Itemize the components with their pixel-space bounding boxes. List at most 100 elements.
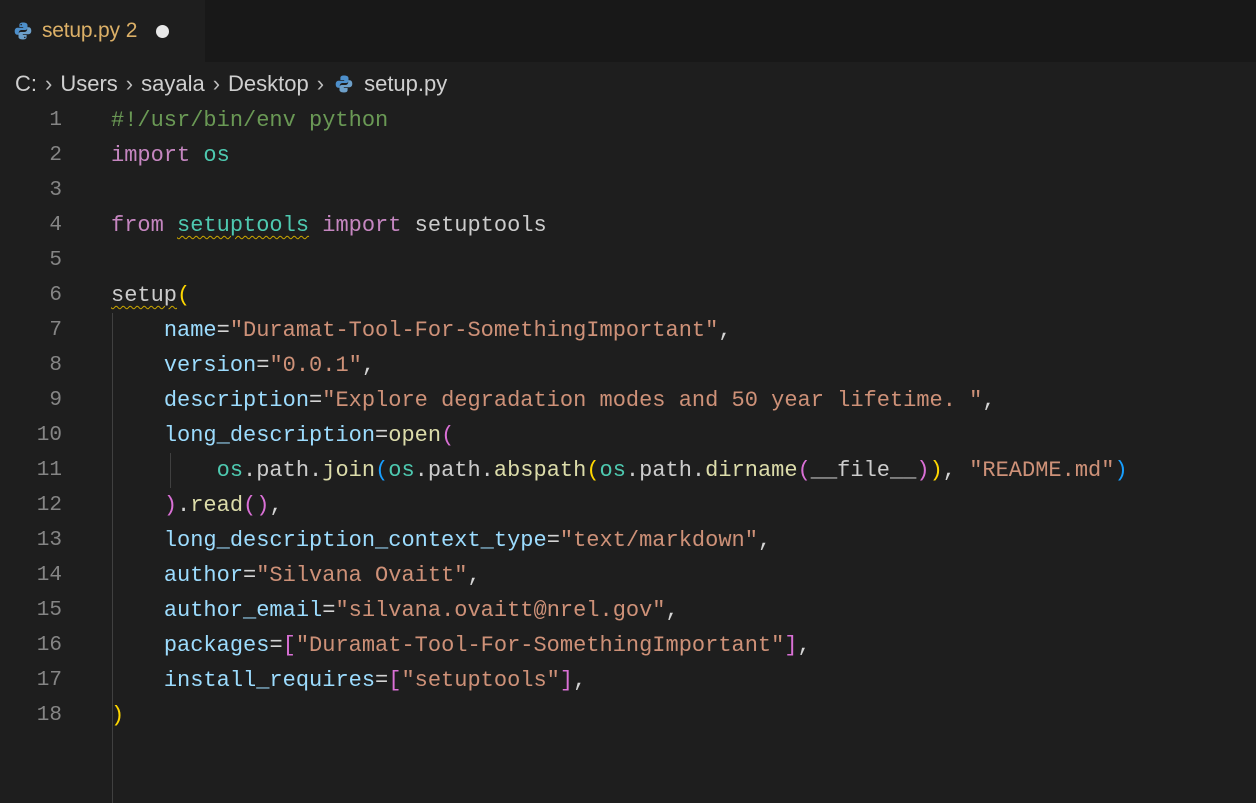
code-token: "text/markdown" xyxy=(559,528,758,553)
code-line[interactable]: 12 ).read(), xyxy=(0,488,1256,523)
code-content: ) xyxy=(111,698,124,733)
breadcrumb: C: › Users › sayala › Desktop › setup.py xyxy=(0,62,1256,105)
code-line[interactable]: 6 setup( xyxy=(0,278,1256,313)
code-token: read xyxy=(190,493,244,518)
code-token: = xyxy=(269,633,283,658)
python-icon xyxy=(13,21,33,41)
code-token: "0.0.1" xyxy=(269,353,362,378)
code-token: .path. xyxy=(625,458,706,483)
code-token: os xyxy=(599,458,626,483)
code-token: , xyxy=(718,318,732,343)
code-line[interactable]: 14 author="Silvana Ovaitt", xyxy=(0,558,1256,593)
code-line[interactable]: 13 long_description_context_type="text/m… xyxy=(0,523,1256,558)
breadcrumb-item[interactable]: C: xyxy=(15,71,37,97)
code-token: "silvana.ovaitt@nrel.gov" xyxy=(335,598,666,623)
line-number: 8 xyxy=(49,354,62,377)
code-token: "Silvana Ovaitt" xyxy=(256,563,468,588)
line-number: 10 xyxy=(36,424,62,447)
code-token: os xyxy=(216,458,244,483)
code-token: "setuptools" xyxy=(401,668,560,693)
line-number: 7 xyxy=(49,319,62,342)
code-token: ) xyxy=(929,458,943,483)
code-token: setuptools xyxy=(177,213,310,238)
tab-bar: setup.py 2 xyxy=(0,0,1256,62)
code-token: , xyxy=(942,458,970,483)
code-token: ] xyxy=(559,668,574,693)
code-token: os xyxy=(388,458,415,483)
line-number: 13 xyxy=(36,529,62,552)
code-token: = xyxy=(375,423,389,448)
line-number: 17 xyxy=(36,669,62,692)
breadcrumb-item[interactable]: Desktop xyxy=(228,71,309,97)
code-token: [ xyxy=(388,668,402,693)
breadcrumb-item[interactable]: Users xyxy=(60,71,117,97)
code-token: , xyxy=(982,388,996,413)
code-token: , xyxy=(269,493,283,518)
code-content: install_requires=["setuptools"], xyxy=(111,663,586,698)
code-token: ( xyxy=(586,458,600,483)
python-icon xyxy=(334,74,354,94)
code-line[interactable]: 17 install_requires=["setuptools"], xyxy=(0,663,1256,698)
code-content: long_description=open( xyxy=(111,418,454,453)
problem-count-badge: 2 xyxy=(125,19,138,42)
line-number: 14 xyxy=(36,564,62,587)
code-token: ) xyxy=(1114,458,1128,483)
code-content: author="Silvana Ovaitt", xyxy=(111,558,481,593)
code-content: name="Duramat-Tool-For-SomethingImportan… xyxy=(111,313,732,348)
code-token: = xyxy=(256,353,270,378)
code-token: "README.md" xyxy=(969,458,1115,483)
line-number: 12 xyxy=(36,494,62,517)
code-token: install_requires xyxy=(163,668,376,693)
code-line[interactable]: 1 #!/usr/bin/env python xyxy=(0,103,1256,138)
code-token: ) xyxy=(111,703,125,728)
code-line[interactable]: 9 description="Explore degradation modes… xyxy=(0,383,1256,418)
code-token: ( xyxy=(797,458,811,483)
code-token: ) xyxy=(163,493,178,518)
code-token: "Duramat-Tool-For-SomethingImportant" xyxy=(229,318,719,343)
code-editor[interactable]: 1 #!/usr/bin/env python 2 import os 3 4 from s… xyxy=(0,103,1256,803)
code-content: from setuptools import setuptools xyxy=(111,208,547,243)
code-content: #!/usr/bin/env python xyxy=(111,103,388,138)
code-token: __file__ xyxy=(810,458,917,483)
breadcrumb-item[interactable]: sayala xyxy=(141,71,205,97)
tab-label: setup.py xyxy=(42,19,120,42)
code-token: = xyxy=(322,598,336,623)
code-token: import xyxy=(322,213,402,238)
code-token: , xyxy=(361,353,376,378)
line-number: 5 xyxy=(49,249,62,272)
chevron-right-icon: › xyxy=(212,70,221,96)
code-token: ( xyxy=(375,458,389,483)
code-line[interactable]: 15 author_email="silvana.ovaitt@nrel.gov… xyxy=(0,593,1256,628)
code-token: open xyxy=(388,423,442,448)
unsaved-dot-icon[interactable] xyxy=(156,24,170,38)
code-content: description="Explore degradation modes a… xyxy=(111,383,996,418)
code-content: author_email="silvana.ovaitt@nrel.gov", xyxy=(111,593,679,628)
code-token: , xyxy=(467,563,481,588)
breadcrumb-item[interactable]: setup.py xyxy=(364,71,447,97)
code-line[interactable]: 16 packages=["Duramat-Tool-For-Something… xyxy=(0,628,1256,663)
code-line[interactable]: 7 name="Duramat-Tool-For-SomethingImport… xyxy=(0,313,1256,348)
code-token: , xyxy=(665,598,679,623)
code-token: , xyxy=(573,668,587,693)
code-token: packages xyxy=(163,633,270,658)
code-token: ] xyxy=(784,633,798,658)
line-number: 15 xyxy=(36,599,62,622)
code-line[interactable]: 8 version="0.0.1", xyxy=(0,348,1256,383)
code-token: join xyxy=(322,458,376,483)
code-line[interactable]: 18) xyxy=(0,698,1256,733)
code-token: ( xyxy=(177,283,191,308)
code-line[interactable]: 11 os.path.join(os.path.abspath(os.path.… xyxy=(0,453,1256,488)
code-line[interactable]: 2 import os xyxy=(0,138,1256,173)
tab-setup-py[interactable]: setup.py 2 xyxy=(0,0,205,62)
code-line[interactable]: 5 xyxy=(0,243,1256,278)
code-line[interactable]: 4 from setuptools import setuptools xyxy=(0,208,1256,243)
code-line[interactable]: 10 long_description=open( xyxy=(0,418,1256,453)
code-line[interactable]: 3 xyxy=(0,173,1256,208)
code-token: name xyxy=(163,318,217,343)
